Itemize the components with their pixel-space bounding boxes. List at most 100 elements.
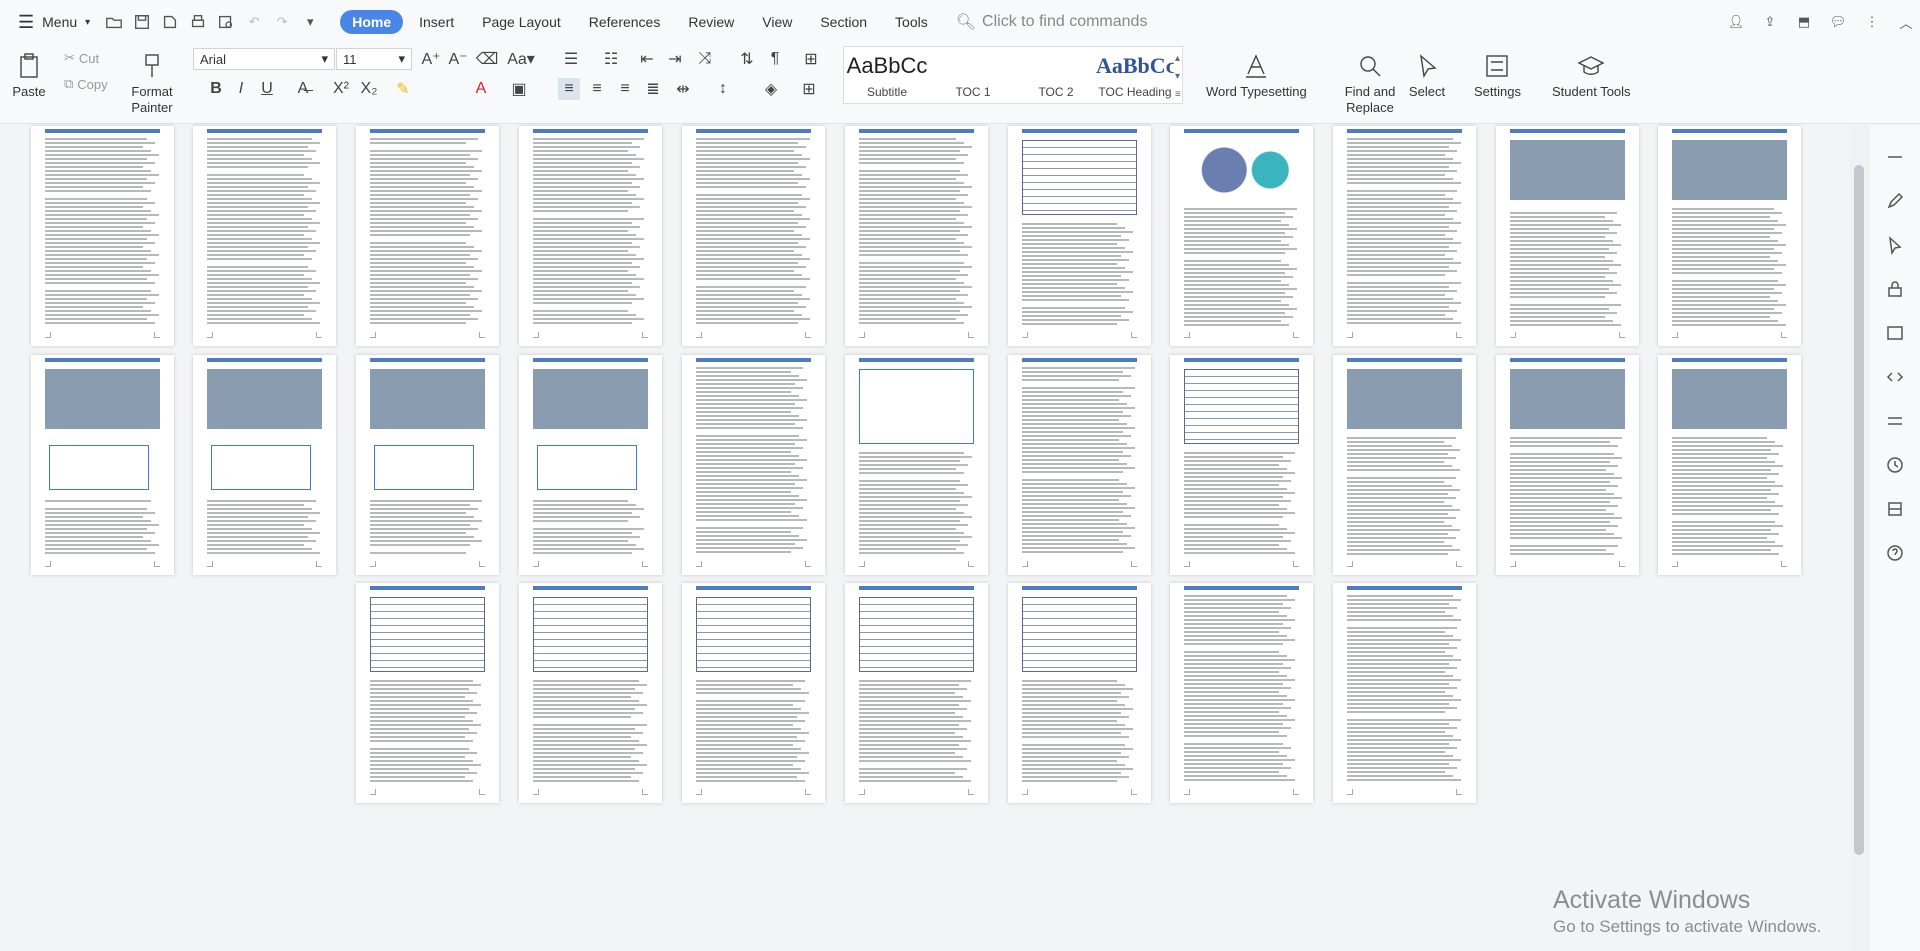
page-thumbnail[interactable] (845, 355, 988, 575)
scrollbar-thumb[interactable] (1854, 165, 1864, 855)
page-thumbnail[interactable] (1333, 126, 1476, 346)
style-toc-1[interactable]: TOC 1 (930, 47, 1016, 105)
page-thumbnail[interactable] (193, 355, 336, 575)
line-spacing-icon[interactable]: ↕ (712, 78, 734, 100)
styles-scroll[interactable]: ▴ ▾ ≡ (1175, 50, 1181, 104)
quick-access-dropdown-icon[interactable]: ▾ (296, 8, 324, 36)
shading-icon[interactable]: ◈ (760, 78, 782, 100)
edit-icon[interactable] (1883, 189, 1907, 213)
more-icon[interactable]: ⋮ (1858, 8, 1886, 36)
save-icon[interactable] (128, 8, 156, 36)
word-typesetting-button[interactable]: Word Typesetting (1206, 48, 1307, 100)
paste-button[interactable]: Paste (10, 48, 48, 100)
command-search[interactable]: 🔍︎ Click to find commands (956, 12, 1148, 32)
font-size-select[interactable]: 11 ▾ (336, 48, 412, 70)
page-thumbnail[interactable] (1170, 126, 1313, 346)
shrink-font-icon[interactable]: A⁻ (447, 48, 469, 70)
page-thumbnail[interactable] (1333, 583, 1476, 803)
character-border-icon[interactable]: ▣ (508, 78, 530, 100)
print-preview-icon[interactable] (212, 8, 240, 36)
style-toc-2[interactable]: TOC 2 (1016, 47, 1096, 105)
history-icon[interactable] (1883, 453, 1907, 477)
page-thumbnail[interactable] (193, 126, 336, 346)
numbered-list-icon[interactable]: ☷ (600, 48, 622, 70)
help-icon[interactable] (1883, 541, 1907, 565)
page-thumbnail[interactable] (1008, 583, 1151, 803)
undo-icon[interactable]: ↶ (240, 8, 268, 36)
borders-icon[interactable]: ⊞ (798, 78, 820, 100)
tab-home[interactable]: Home (340, 10, 404, 34)
copy-button[interactable]: ⧉ Copy (64, 76, 108, 92)
text-direction-icon[interactable]: ⤨ (694, 48, 716, 70)
page-thumbnail[interactable] (356, 583, 499, 803)
decrease-indent-icon[interactable]: ⇤ (636, 48, 658, 70)
strikethrough-icon[interactable]: A̶ (292, 78, 314, 100)
justify-icon[interactable]: ≣ (642, 78, 664, 100)
print-icon[interactable] (184, 8, 212, 36)
clear-format-icon[interactable]: ⌫ (476, 48, 499, 70)
menu-button[interactable]: ☰ Menu ▾ (0, 12, 100, 33)
share-icon[interactable]: ⇪ (1756, 8, 1784, 36)
comment-icon[interactable]: 💬︎ (1824, 8, 1852, 36)
select-button[interactable]: Select (1408, 48, 1446, 100)
page-thumbnail[interactable] (519, 126, 662, 346)
signature-icon[interactable] (1883, 321, 1907, 345)
bold-icon[interactable]: B (205, 78, 227, 100)
tab-references[interactable]: References (577, 10, 673, 34)
style-toc-heading[interactable]: AaBbCᴄ TOC Heading (1096, 47, 1174, 105)
navigation-icon[interactable] (1883, 497, 1907, 521)
page-thumbnail[interactable] (1658, 355, 1801, 575)
format-painter-button[interactable]: Format Painter (128, 48, 176, 116)
export-icon[interactable] (156, 8, 184, 36)
find-replace-button[interactable]: Find and Replace (1340, 48, 1400, 116)
tab-section[interactable]: Section (808, 10, 879, 34)
sort-icon[interactable]: ⇅ (736, 48, 758, 70)
align-left-icon[interactable]: ≡ (558, 78, 580, 100)
page-thumbnail[interactable] (519, 583, 662, 803)
open-folder-icon[interactable] (100, 8, 128, 36)
page-thumbnail[interactable] (1170, 355, 1313, 575)
highlight-icon[interactable]: ✎ (392, 78, 414, 100)
page-thumbnail[interactable] (31, 355, 174, 575)
lock-icon[interactable] (1883, 277, 1907, 301)
share-user-icon[interactable]: 👤︎ (1722, 8, 1750, 36)
adjust-icon[interactable] (1883, 409, 1907, 433)
sync-icon[interactable]: ⬒ (1790, 8, 1818, 36)
distributed-icon[interactable]: ⇹ (672, 78, 694, 100)
page-thumbnail[interactable] (519, 355, 662, 575)
page-thumbnail[interactable] (845, 583, 988, 803)
subscript-icon[interactable]: X₂ (358, 78, 380, 100)
change-case-icon[interactable]: Aa▾ (506, 48, 536, 70)
page-thumbnail[interactable] (1658, 126, 1801, 346)
tab-review[interactable]: Review (676, 10, 746, 34)
style-subtitle[interactable]: AaBbCᴄ Subtitle (844, 47, 930, 105)
code-icon[interactable] (1883, 365, 1907, 389)
tab-view[interactable]: View (750, 10, 804, 34)
paragraph-mark-icon[interactable]: ¶ (764, 48, 786, 70)
page-thumbnail[interactable] (845, 126, 988, 346)
page-thumbnail[interactable] (682, 583, 825, 803)
page-thumbnail[interactable] (682, 355, 825, 575)
page-thumbnail[interactable] (31, 126, 174, 346)
cut-button[interactable]: ✂ Cut (64, 50, 108, 66)
superscript-icon[interactable]: X² (330, 78, 352, 100)
align-right-icon[interactable]: ≡ (614, 78, 636, 100)
font-color-icon[interactable]: A (470, 78, 492, 100)
page-thumbnail[interactable] (682, 126, 825, 346)
font-name-select[interactable]: Arial ▾ (193, 48, 335, 70)
settings-button[interactable]: Settings (1474, 48, 1521, 100)
collapse-ribbon-icon[interactable]: ︿ (1892, 8, 1920, 36)
student-tools-button[interactable]: Student Tools (1552, 48, 1631, 100)
underline-icon[interactable]: U (256, 78, 278, 100)
page-thumbnail[interactable] (1008, 355, 1151, 575)
cursor-icon[interactable] (1883, 233, 1907, 257)
collapse-icon[interactable] (1883, 145, 1907, 169)
page-thumbnail[interactable] (356, 126, 499, 346)
tab-tools[interactable]: Tools (883, 10, 940, 34)
tab-page-layout[interactable]: Page Layout (470, 10, 573, 34)
redo-icon[interactable]: ↷ (268, 8, 296, 36)
tab-insert[interactable]: Insert (407, 10, 466, 34)
page-thumbnail[interactable] (356, 355, 499, 575)
page-thumbnail[interactable] (1333, 355, 1476, 575)
align-center-icon[interactable]: ≡ (586, 78, 608, 100)
